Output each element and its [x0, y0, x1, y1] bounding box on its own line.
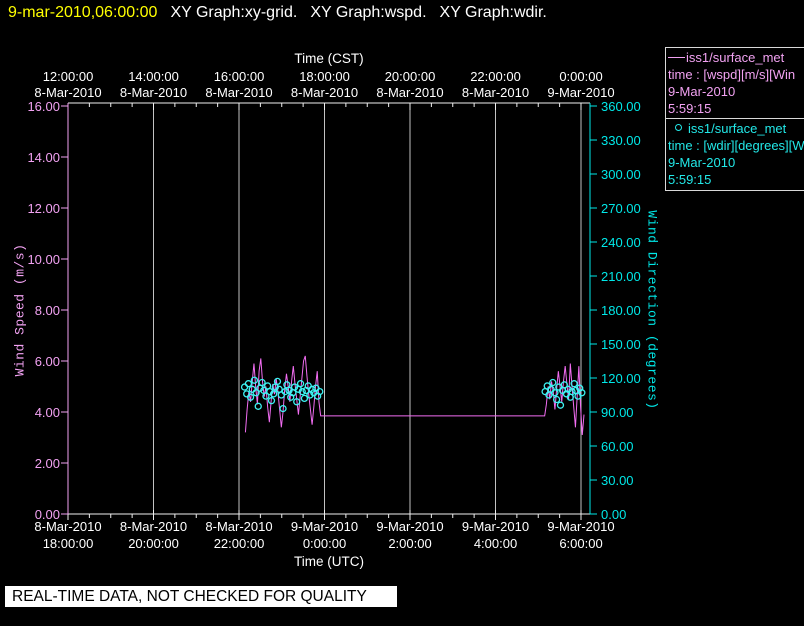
wdir-point	[296, 380, 305, 388]
right-tick-label: 0.00	[601, 507, 627, 522]
top-date-label: 8-Mar-2010	[376, 85, 444, 100]
bottom-time-label: 20:00:00	[128, 536, 179, 551]
legend-wspd-date: 9-Mar-2010	[668, 84, 736, 99]
left-tick-label: 2.00	[34, 456, 60, 471]
top-date-label: 8-Mar-2010	[119, 85, 188, 100]
left-tick-label: 10.00	[27, 252, 60, 267]
bottom-time-label: 6:00:00	[559, 536, 603, 551]
bottom-date-label: 9-Mar-2010	[376, 519, 444, 534]
right-tick-label: 90.00	[601, 405, 634, 420]
legend-wdir-time: 5:59:15	[668, 172, 712, 187]
right-tick-label: 150.00	[601, 337, 641, 352]
legend-wdir-detail: time : [wdir][degrees][W	[668, 138, 804, 153]
bottom-date-label: 8-Mar-2010	[119, 519, 188, 534]
top-time-label: 16:00:00	[213, 69, 265, 84]
wdir-point	[273, 377, 282, 386]
right-tick-label: 180.00	[601, 303, 641, 318]
right-tick-label: 240.00	[601, 235, 641, 250]
wdir-point	[244, 380, 253, 388]
bottom-time-label: 2:00:00	[388, 536, 432, 551]
legend-entry-wspd: iss1/surface_met time : [wspd][m/s][Win …	[666, 48, 804, 119]
wspd-line-series	[244, 355, 585, 435]
legend-wdir-date: 9-Mar-2010	[668, 155, 736, 170]
left-tick-label: 14.00	[27, 150, 60, 165]
wdir-point	[240, 383, 249, 391]
top-date-label: 8-Mar-2010	[34, 85, 102, 100]
wdir-point	[543, 382, 551, 390]
top-time-label: 14:00:00	[128, 69, 179, 84]
wdir-point	[549, 378, 557, 387]
wspd-line-marker-icon	[668, 57, 685, 58]
legend-wdir-name-row: iss1/surface_met	[668, 120, 804, 137]
right-tick-label: 60.00	[601, 439, 634, 454]
top-time-label: 22:00:00	[470, 69, 521, 84]
left-tick-label: 4.00	[34, 405, 60, 420]
right-tick-label: 330.00	[601, 133, 641, 148]
wdir-circle-marker-icon	[675, 124, 682, 131]
legend-wspd-name: iss1/surface_met	[686, 50, 785, 65]
legend-wspd-time: 5:59:15	[668, 101, 712, 116]
bottom-date-label: 8-Mar-2010	[205, 519, 273, 534]
left-tick-label: 6.00	[34, 354, 60, 369]
legend-wspd-detail: time : [wspd][m/s][Win	[668, 67, 796, 82]
wdir-point	[556, 401, 565, 409]
top-date-label: 8-Mar-2010	[461, 85, 530, 100]
right-tick-label: 120.00	[601, 371, 641, 386]
bottom-time-label: 18:00:00	[42, 536, 94, 551]
bottom-date-label: 9-Mar-2010	[290, 519, 359, 534]
top-time-label: 18:00:00	[299, 69, 350, 84]
right-tick-label: 270.00	[601, 201, 641, 216]
right-tick-label: 30.00	[601, 473, 634, 488]
left-tick-label: 8.00	[34, 303, 60, 318]
status-banner: REAL-TIME DATA, NOT CHECKED FOR QUALITY	[5, 586, 397, 607]
left-tick-label: 16.00	[27, 99, 60, 114]
right-tick-label: 360.00	[601, 99, 641, 114]
left-tick-label: 12.00	[27, 201, 60, 216]
top-date-label: 8-Mar-2010	[205, 85, 273, 100]
top-date-label: 9-Mar-2010	[547, 85, 615, 100]
wdir-point	[277, 391, 285, 399]
top-date-label: 8-Mar-2010	[290, 85, 359, 100]
legend: iss1/surface_met time : [wspd][m/s][Win …	[665, 47, 804, 191]
top-time-label: 12:00:00	[42, 69, 94, 84]
legend-wspd-name-row: iss1/surface_met	[668, 49, 804, 66]
wdir-point	[552, 395, 561, 404]
top-time-label: 0:00:00	[559, 69, 603, 84]
left-tick-label: 0.00	[34, 507, 60, 522]
bottom-time-label: 4:00:00	[473, 536, 518, 551]
legend-entry-wdir: iss1/surface_met time : [wdir][degrees][…	[666, 119, 804, 190]
wdir-point	[254, 402, 262, 410]
xy-graph-window: 9-mar-2010,06:00:00 XY Graph:xy-grid. XY G…	[0, 0, 804, 626]
legend-wdir-name: iss1/surface_met	[688, 121, 787, 136]
bottom-time-label: 0:00:00	[302, 536, 347, 551]
right-tick-label: 210.00	[601, 269, 641, 284]
bottom-time-label: 22:00:00	[213, 536, 265, 551]
bottom-date-label: 9-Mar-2010	[461, 519, 530, 534]
wdir-point	[300, 394, 309, 403]
top-time-label: 20:00:00	[384, 69, 436, 84]
right-tick-label: 300.00	[601, 167, 641, 182]
